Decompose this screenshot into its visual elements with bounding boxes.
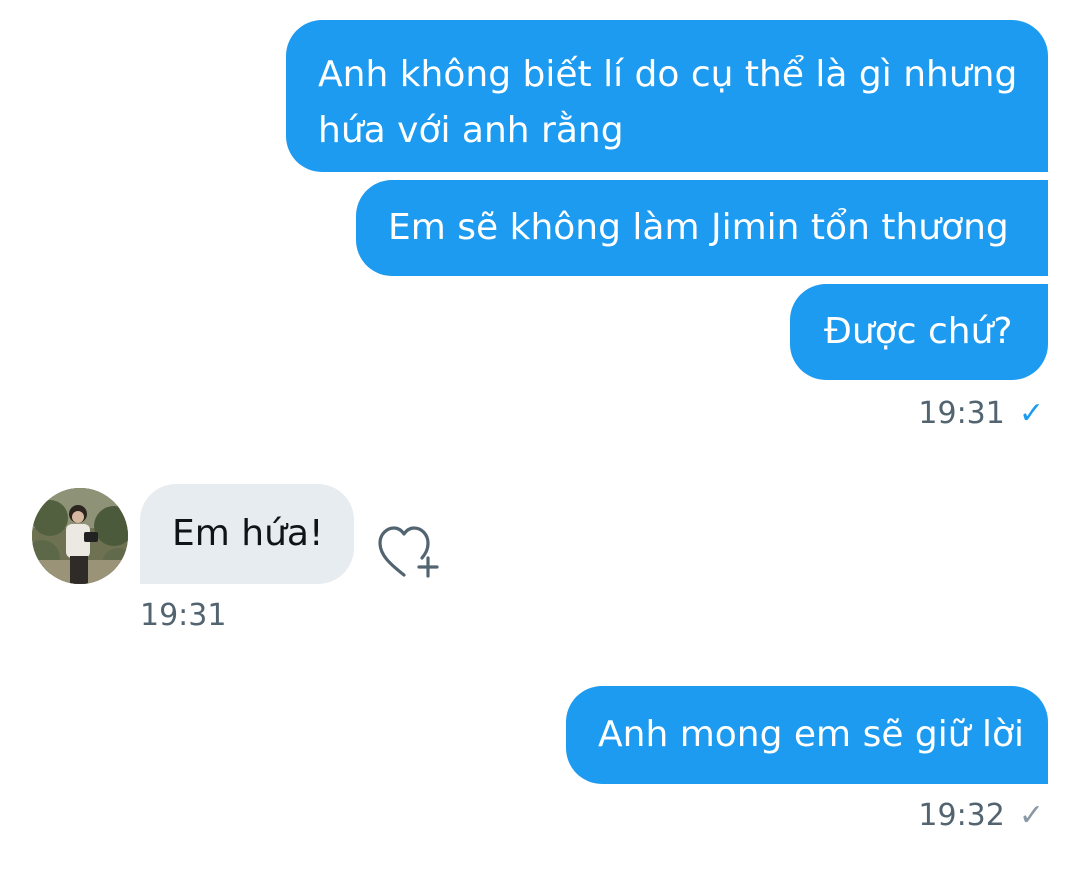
timestamp-text: 19:31 (918, 396, 1005, 431)
sent-check-icon: ✓ (1018, 798, 1044, 833)
heart-plus-icon[interactable] (376, 522, 440, 582)
message-text: Được chứ? (824, 311, 1013, 352)
timestamp-text: 19:32 (918, 798, 1005, 833)
message-timestamp: 19:31 ✓ (918, 396, 1044, 432)
message-bubble-outgoing[interactable]: Anh không biết lí do cụ thể là gì nhưng … (286, 20, 1048, 172)
message-bubble-incoming[interactable]: Em hứa! (140, 484, 354, 584)
message-timestamp: 19:31 (140, 598, 227, 633)
message-text: Anh không biết lí do cụ thể là gì nhưng … (318, 54, 1018, 151)
message-text: Em sẽ không làm Jimin tổn thương (388, 207, 1009, 248)
message-timestamp: 19:32 ✓ (918, 798, 1044, 834)
avatar-image (32, 488, 128, 584)
message-text: Em hứa! (172, 513, 324, 554)
read-check-icon: ✓ (1018, 396, 1044, 431)
avatar[interactable] (32, 488, 128, 584)
message-bubble-outgoing[interactable]: Anh mong em sẽ giữ lời (566, 686, 1048, 784)
message-text: Anh mong em sẽ giữ lời (598, 714, 1025, 755)
message-bubble-outgoing[interactable]: Được chứ? (790, 284, 1048, 380)
message-bubble-outgoing[interactable]: Em sẽ không làm Jimin tổn thương (356, 180, 1048, 276)
